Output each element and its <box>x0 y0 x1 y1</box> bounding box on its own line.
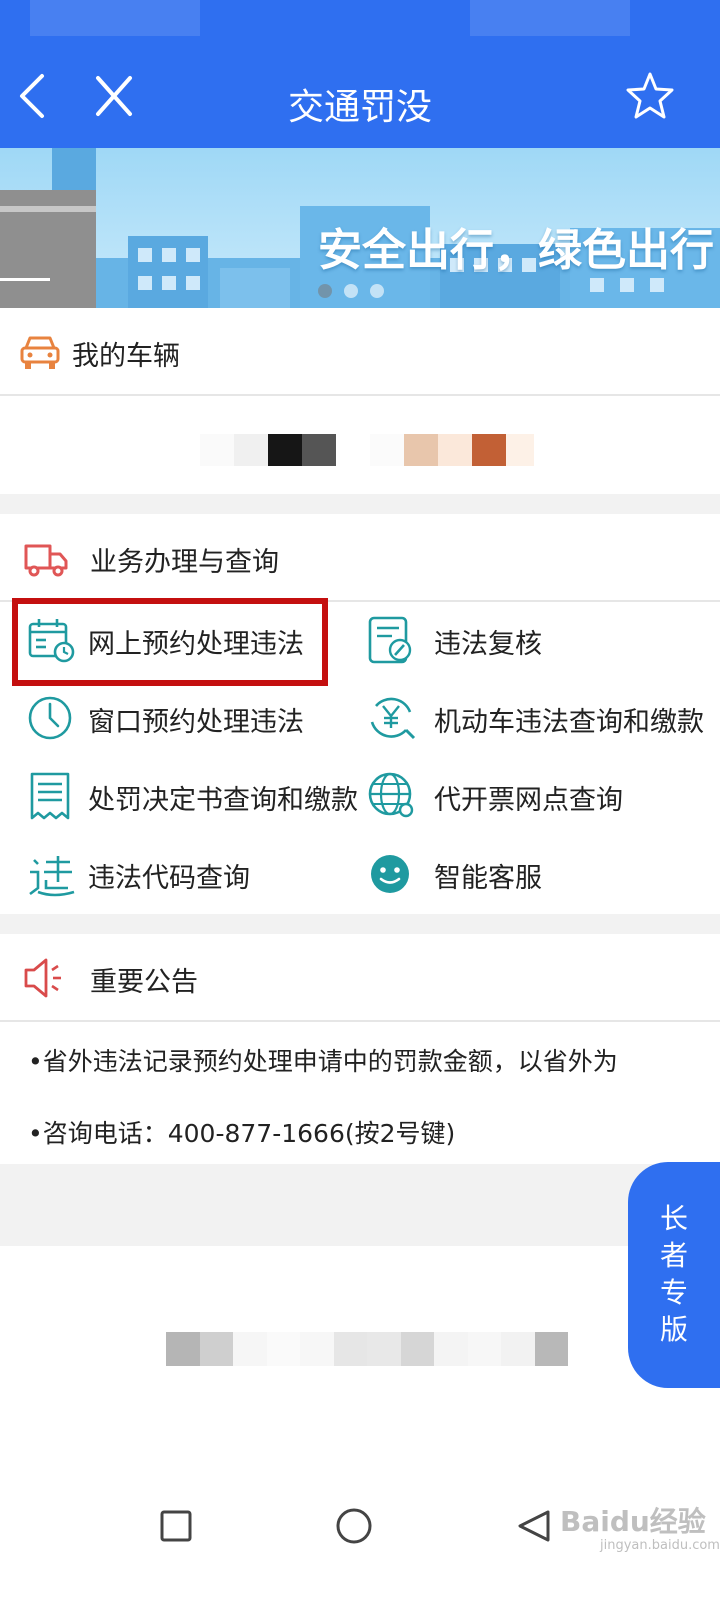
elder-mode-char: 版 <box>659 1313 688 1346</box>
watermark-url: jingyan.baidu.com <box>600 1538 720 1553</box>
vehicle-violation-query-label: 机动车违法查询和缴款 <box>434 707 704 738</box>
window-appointment-violation-label: 窗口预约处理违法 <box>88 707 304 738</box>
violation-review-label: 违法复核 <box>434 629 542 660</box>
globe-icon <box>366 770 418 822</box>
section-gap <box>0 914 720 934</box>
road-illustration <box>0 190 96 308</box>
announcement-section-header: 重要公告 <box>0 934 720 1022</box>
announcement-section-label: 重要公告 <box>90 967 198 998</box>
carousel-dot[interactable] <box>318 284 332 298</box>
penalty-decision-query-label: 处罚决定书查询和缴款 <box>88 785 358 816</box>
back-nav-button[interactable] <box>512 1504 556 1548</box>
car-icon <box>14 326 66 378</box>
document-edit-icon <box>366 614 418 666</box>
vehicle-plate-row[interactable] <box>0 396 720 494</box>
section-gap <box>0 494 720 514</box>
page-title: 交通罚没 <box>287 87 432 128</box>
promo-banner[interactable]: 安全出行，绿色出行 <box>0 148 720 308</box>
yuan-search-icon <box>366 692 418 744</box>
smart-customer-service-label: 智能客服 <box>434 863 542 894</box>
elder-mode-char: 专 <box>659 1276 688 1309</box>
recent-apps-button[interactable] <box>154 1504 198 1548</box>
elder-mode-char: 长 <box>659 1202 688 1235</box>
announcement-list: •省外违法记录预约处理申请中的罚款金额，以省外为 •咨询电话：400-877-1… <box>0 1022 720 1164</box>
elder-mode-char: 者 <box>659 1239 688 1272</box>
elder-mode-button[interactable]: 长 者 专 版 <box>628 1162 720 1388</box>
violation-review-item[interactable]: 违法复核 <box>366 608 706 672</box>
status-bar <box>0 0 720 44</box>
violation-code-query-label: 违法代码查询 <box>88 863 250 894</box>
violation-code-query-item[interactable]: 违法代码查询 <box>0 842 340 906</box>
invoice-outlet-query-label: 代开票网点查询 <box>434 785 623 816</box>
carousel-indicator <box>318 284 384 298</box>
business-section-label: 业务办理与查询 <box>90 547 279 578</box>
redacted-plate-info <box>200 434 534 466</box>
smiley-icon <box>366 848 418 900</box>
business-section-header: 业务办理与查询 <box>0 514 720 602</box>
home-button[interactable] <box>332 1504 376 1548</box>
violation-code-icon <box>26 848 78 900</box>
penalty-decision-query-item[interactable]: 处罚决定书查询和缴款 <box>0 764 358 828</box>
carousel-dot[interactable] <box>370 284 384 298</box>
watermark-logo: Baidu经验 <box>560 1505 706 1538</box>
invoice-outlet-query-item[interactable]: 代开票网点查询 <box>366 764 706 828</box>
carousel-dot[interactable] <box>344 284 358 298</box>
app-header: 交通罚没 <box>0 44 720 148</box>
receipt-icon <box>26 770 78 822</box>
status-bar-blurred-area <box>30 0 200 36</box>
highlight-box <box>12 598 328 686</box>
banner-slogan: 安全出行，绿色出行 <box>318 225 714 276</box>
announcement-item[interactable]: •省外违法记录预约处理申请中的罚款金额，以省外为 <box>28 1042 680 1078</box>
clock-icon <box>26 692 78 744</box>
square-icon <box>160 1510 192 1542</box>
star-icon <box>626 72 674 119</box>
section-gap <box>0 1164 720 1246</box>
status-bar-blurred-area <box>470 0 630 36</box>
vehicle-violation-query-item[interactable]: 机动车违法查询和缴款 <box>366 686 706 750</box>
my-vehicle-label: 我的车辆 <box>72 341 180 372</box>
window-appointment-violation-item[interactable]: 窗口预约处理违法 <box>0 686 340 750</box>
my-vehicle-row[interactable]: 我的车辆 <box>0 308 720 396</box>
triangle-back-icon <box>518 1510 550 1542</box>
favorite-button[interactable] <box>622 68 678 124</box>
smart-customer-service-item[interactable]: 智能客服 <box>366 842 706 906</box>
truck-icon <box>20 532 72 584</box>
announcement-item[interactable]: •咨询电话：400-877-1666(按2号键) <box>28 1114 455 1150</box>
circle-icon <box>336 1508 372 1544</box>
speaker-icon <box>20 952 72 1004</box>
redacted-footer-info <box>166 1332 568 1366</box>
